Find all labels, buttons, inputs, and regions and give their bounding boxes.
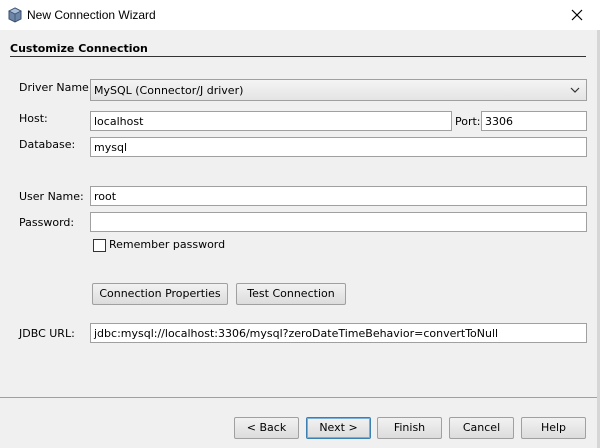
- port-label: Port:: [455, 115, 481, 128]
- host-input[interactable]: localhost: [90, 111, 452, 131]
- help-button[interactable]: Help: [521, 417, 586, 439]
- username-input[interactable]: root: [90, 186, 587, 206]
- next-button[interactable]: Next >: [306, 417, 371, 439]
- close-button[interactable]: [554, 0, 600, 30]
- database-input[interactable]: mysql: [90, 137, 587, 157]
- chevron-down-icon: [570, 87, 580, 93]
- password-input[interactable]: [90, 212, 587, 232]
- window-title: New Connection Wizard: [27, 8, 156, 22]
- driver-name-select[interactable]: MySQL (Connector/J driver): [90, 79, 587, 101]
- remember-password-checkbox[interactable]: [93, 239, 106, 252]
- jdbc-url-input[interactable]: jdbc:mysql://localhost:3306/mysql?zeroDa…: [90, 323, 587, 343]
- driver-name-label: Driver Name:: [19, 81, 93, 94]
- connection-properties-button[interactable]: Connection Properties: [92, 283, 228, 305]
- port-input[interactable]: 3306: [481, 111, 587, 131]
- title-bar: New Connection Wizard: [0, 0, 600, 30]
- database-icon: [8, 7, 22, 23]
- remember-password-label: Remember password: [109, 238, 226, 251]
- wizard-content: Customize Connection Driver Name: MySQL …: [0, 30, 600, 448]
- close-icon: [571, 9, 583, 21]
- password-label: Password:: [19, 216, 75, 229]
- driver-name-value: MySQL (Connector/J driver): [94, 84, 244, 97]
- database-label: Database:: [19, 138, 76, 151]
- username-label: User Name:: [19, 190, 84, 203]
- test-connection-button[interactable]: Test Connection: [236, 283, 346, 305]
- footer-divider: [0, 397, 600, 398]
- back-button[interactable]: < Back: [234, 417, 299, 439]
- finish-button[interactable]: Finish: [377, 417, 442, 439]
- host-label: Host:: [19, 112, 48, 125]
- section-divider: [10, 56, 586, 57]
- cancel-button[interactable]: Cancel: [449, 417, 514, 439]
- section-title: Customize Connection: [10, 42, 148, 55]
- jdbc-url-label: JDBC URL:: [19, 327, 75, 340]
